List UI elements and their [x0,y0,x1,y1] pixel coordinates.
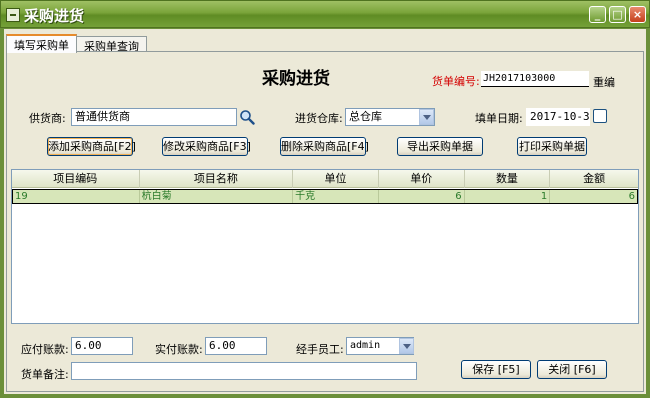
order-no-label: 货单编号: [432,75,480,88]
client-area: 填写采购单 采购单查询 采购进货 货单编号: JH2017103000 重编 供… [4,29,646,394]
renumber-link[interactable]: 重编 [593,74,615,90]
tab-order-query[interactable]: 采购单查询 [76,36,147,53]
maximize-icon: □ [612,8,623,21]
paid-label: 实付账款: [155,343,203,356]
add-item-button[interactable]: 添加采购商品[F2] [47,137,136,156]
page-title: 采购进货 [262,69,330,89]
magnifier-icon[interactable] [239,109,255,125]
order-panel: 采购进货 货单编号: JH2017103000 重编 供货商: 普通供货商 进货… [6,51,644,392]
delete-item-button[interactable]: 删除采购商品[F4] [280,137,369,156]
column-header[interactable]: 单位 [293,170,379,188]
title-bar[interactable]: 采购进货 _ □ × [0,0,650,28]
print-order-button[interactable]: 打印采购单据 [517,137,587,156]
cell-qty: 1 [465,190,551,203]
export-order-button[interactable]: 导出采购单据 [397,137,483,156]
paid-field[interactable]: 6.00 [205,337,267,355]
cell-name: 杭白菊 [140,190,294,203]
chevron-down-icon[interactable] [419,109,434,125]
close-icon: × [632,8,643,21]
warehouse-label: 进货仓库: [295,112,343,125]
column-header[interactable]: 项目名称 [140,170,294,188]
order-no-field[interactable]: JH2017103000 [481,71,589,87]
column-header[interactable]: 数量 [465,170,551,188]
edit-item-button[interactable]: 修改采购商品[F3] [162,137,251,156]
close-dialog-button[interactable]: 关闭 [F6] [537,360,607,379]
window-title: 采购进货 [24,7,85,25]
app-window: 采购进货 _ □ × 填写采购单 采购单查询 采购进货 货单编号: JH2017… [0,0,650,398]
table-header: 项目编码 项目名称 单位 单价 数量 金额 [12,170,638,188]
payable-label: 应付账款: [21,343,69,356]
tab-fill-order[interactable]: 填写采购单 [6,34,77,53]
remark-label: 货单备注: [21,368,69,381]
operator-label: 经手员工: [296,343,344,356]
date-checkbox[interactable] [593,109,607,123]
date-label: 填单日期: [475,112,523,125]
maximize-button[interactable]: □ [609,6,626,23]
close-button[interactable]: × [629,6,646,23]
table-row[interactable]: 19 杭白菊 千克 6 1 6 [12,189,638,204]
supplier-label: 供货商: [29,112,66,125]
system-menu-icon[interactable] [6,8,20,22]
cell-unit: 千克 [293,190,379,203]
cell-amount: 6 [628,191,636,202]
minimize-icon: _ [594,8,601,21]
payable-field[interactable]: 6.00 [71,337,133,355]
save-button[interactable]: 保存 [F5] [461,360,531,379]
column-header[interactable]: 金额 [550,170,638,188]
minimize-button[interactable]: _ [589,6,606,23]
items-table[interactable]: 项目编码 项目名称 单位 单价 数量 金额 19 杭白菊 千克 6 1 6 [11,169,639,324]
remark-field[interactable] [71,362,417,380]
chevron-down-icon[interactable] [399,338,414,354]
column-header[interactable]: 单价 [379,170,465,188]
date-field[interactable]: 2017-10-30 [526,108,590,126]
cell-code: 19 [13,190,140,203]
cell-price: 6 [379,190,465,203]
column-header[interactable]: 项目编码 [12,170,140,188]
supplier-field[interactable]: 普通供货商 [71,108,237,126]
